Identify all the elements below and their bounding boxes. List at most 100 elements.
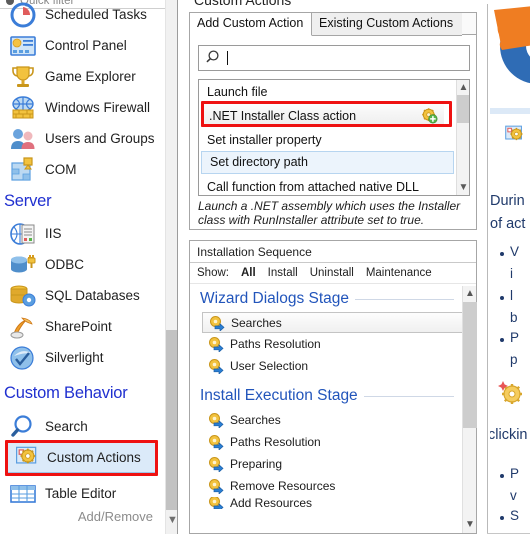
action-list-scrollbar-thumb[interactable] (457, 95, 469, 123)
sidebar-divider (177, 0, 178, 534)
sequence-item-paths-resolution-install[interactable]: Paths Resolution (190, 431, 476, 453)
sidebar-group-label: Custom Behavior (4, 383, 128, 402)
list-item-label: Set installer property (207, 133, 322, 147)
text-caret (227, 51, 228, 65)
tab-add-custom-action[interactable]: Add Custom Action (190, 13, 312, 36)
filter-install[interactable]: Install (268, 267, 298, 279)
tab-strip: Add Custom Action Existing Custom Action… (190, 13, 476, 36)
sidebar-group-server: Server (2, 186, 165, 216)
sidebar-item-label: Game Explorer (45, 69, 136, 84)
sidebar-item-label: Table Editor (45, 486, 117, 501)
sidebar-item-label: SQL Databases (45, 288, 140, 303)
action-arrow-icon (209, 315, 225, 332)
stage-rule (363, 395, 454, 397)
stage-label: Install Execution Stage (200, 387, 358, 404)
clock-icon (8, 0, 38, 30)
sidebar-item-silverlight[interactable]: Silverlight (0, 339, 165, 376)
sidebar-group-label: Server (4, 191, 52, 210)
magnifier-icon (8, 412, 38, 442)
sidebar: Quick filter Scheduled Tasks Control Pan… (0, 0, 178, 534)
installation-sequence-panel: Installation Sequence Show: All Install … (189, 240, 477, 534)
stage-rule (355, 298, 454, 300)
bullet-dot-icon (500, 338, 504, 342)
tab-label: Add Custom Action (197, 16, 304, 30)
action-arrow-icon (208, 497, 224, 509)
help-bottom-bullet-1-cont: v (510, 488, 517, 503)
sequence-item-label: Preparing (230, 457, 283, 471)
gear-sparkle-icon (498, 379, 524, 405)
help-panel-border (487, 4, 488, 534)
add-remove-link[interactable]: Add/Remove (0, 509, 165, 524)
search-icon (205, 49, 221, 68)
sequence-item-paths-resolution-wizard[interactable]: Paths Resolution (190, 333, 476, 355)
sidebar-group-custom-behavior: Custom Behavior (2, 378, 165, 408)
search-input[interactable] (198, 45, 470, 71)
help-bullet-3-cont: p (510, 352, 518, 367)
sidebar-item-label: Silverlight (45, 350, 104, 365)
action-list-scrollbar[interactable]: ▲ ▼ (456, 80, 469, 195)
show-label: Show: (197, 267, 229, 279)
help-panel: Durin of act V i l b P p clickin P v S (487, 0, 530, 534)
sidebar-item-label: Users and Groups (45, 131, 155, 146)
help-panel-separator (490, 108, 530, 114)
sequence-scrollbar-thumb[interactable] (463, 302, 477, 428)
sidebar-item-label: SharePoint (45, 319, 112, 334)
scroll-down-chevron-icon[interactable]: ▼ (463, 517, 477, 533)
gear-plus-icon[interactable] (421, 107, 438, 132)
list-item-set-directory-path[interactable]: Set directory path (201, 151, 454, 174)
sequence-item-remove-resources[interactable]: Remove Resources (190, 475, 476, 497)
help-text-clicking: clickin (490, 427, 528, 443)
sequence-scrollbar[interactable]: ▲ ▼ (462, 286, 477, 533)
sidebar-item-custom-actions[interactable]: Custom Actions (5, 442, 158, 473)
trophy-icon (8, 62, 38, 92)
com-icon (8, 155, 38, 185)
action-type-list[interactable]: Launch file .NET Installer Class action (198, 79, 470, 196)
sidebar-item-label: ODBC (45, 257, 85, 272)
sequence-item-label: Searches (230, 413, 281, 427)
sequence-item-preparing[interactable]: Preparing (190, 453, 476, 475)
help-bottom-bullet-2: S (510, 508, 520, 523)
list-item[interactable]: Call function from attached native DLL (199, 175, 419, 195)
scroll-down-chevron-icon[interactable]: ▼ (457, 180, 469, 195)
bullet-dot-icon (500, 516, 504, 520)
help-text-line-2: of act (490, 216, 526, 232)
list-item[interactable]: Set installer property (199, 128, 322, 152)
puzzle-piece-icon (490, 4, 530, 106)
list-item-label: Launch file (207, 85, 268, 99)
tab-existing-custom-actions[interactable]: Existing Custom Actions (312, 13, 462, 36)
stage-wizard-dialogs: Wizard Dialogs Stage (190, 286, 476, 312)
sequence-item-user-selection-wizard[interactable]: User Selection (190, 355, 476, 377)
action-arrow-icon (208, 478, 224, 495)
sidebar-item-label: Scheduled Tasks (45, 7, 147, 22)
sidebar-item-table-editor[interactable]: Table Editor (0, 475, 165, 512)
list-item-label: Set directory path (210, 155, 308, 169)
sequence-item-searches-wizard[interactable]: Searches (202, 312, 464, 333)
sequence-list[interactable]: Wizard Dialogs Stage Searches Paths Reso… (190, 286, 476, 533)
help-bullet-1: V (510, 244, 520, 259)
sidebar-item-search[interactable]: Search (0, 408, 165, 445)
help-bullet-3: P (510, 330, 520, 345)
scroll-up-chevron-icon[interactable]: ▲ (457, 80, 469, 95)
stage-install-execution: Install Execution Stage (190, 383, 476, 409)
help-panel-content: Durin of act V i l b P p clickin P v S (490, 4, 530, 532)
list-item-dotnet-installer-class-action[interactable]: .NET Installer Class action (201, 103, 444, 127)
odbc-icon (8, 250, 38, 280)
list-item[interactable]: Launch file (199, 80, 469, 104)
filter-all[interactable]: All (241, 267, 256, 279)
sidebar-item-label: COM (45, 162, 77, 177)
sequence-item-searches-install[interactable]: Searches (190, 409, 476, 431)
sidebar-item-com[interactable]: COM (0, 151, 165, 188)
action-arrow-icon (208, 434, 224, 451)
filter-uninstall[interactable]: Uninstall (310, 267, 354, 279)
sidebar-item-label: Control Panel (45, 38, 127, 53)
sequence-filter-bar: Show: All Install Uninstall Maintenance (190, 263, 476, 284)
sidebar-item-label: Custom Actions (47, 450, 141, 465)
installation-sequence-header: Installation Sequence (190, 241, 476, 263)
sequence-item-add-resources[interactable]: Add Resources (190, 497, 476, 509)
filter-maintenance[interactable]: Maintenance (366, 267, 432, 279)
help-bullet-2-cont: b (510, 310, 518, 325)
custom-actions-icon (14, 443, 40, 473)
control-panel-icon (8, 31, 38, 61)
scroll-up-chevron-icon[interactable]: ▲ (463, 286, 477, 302)
tab-label: Existing Custom Actions (319, 16, 454, 30)
